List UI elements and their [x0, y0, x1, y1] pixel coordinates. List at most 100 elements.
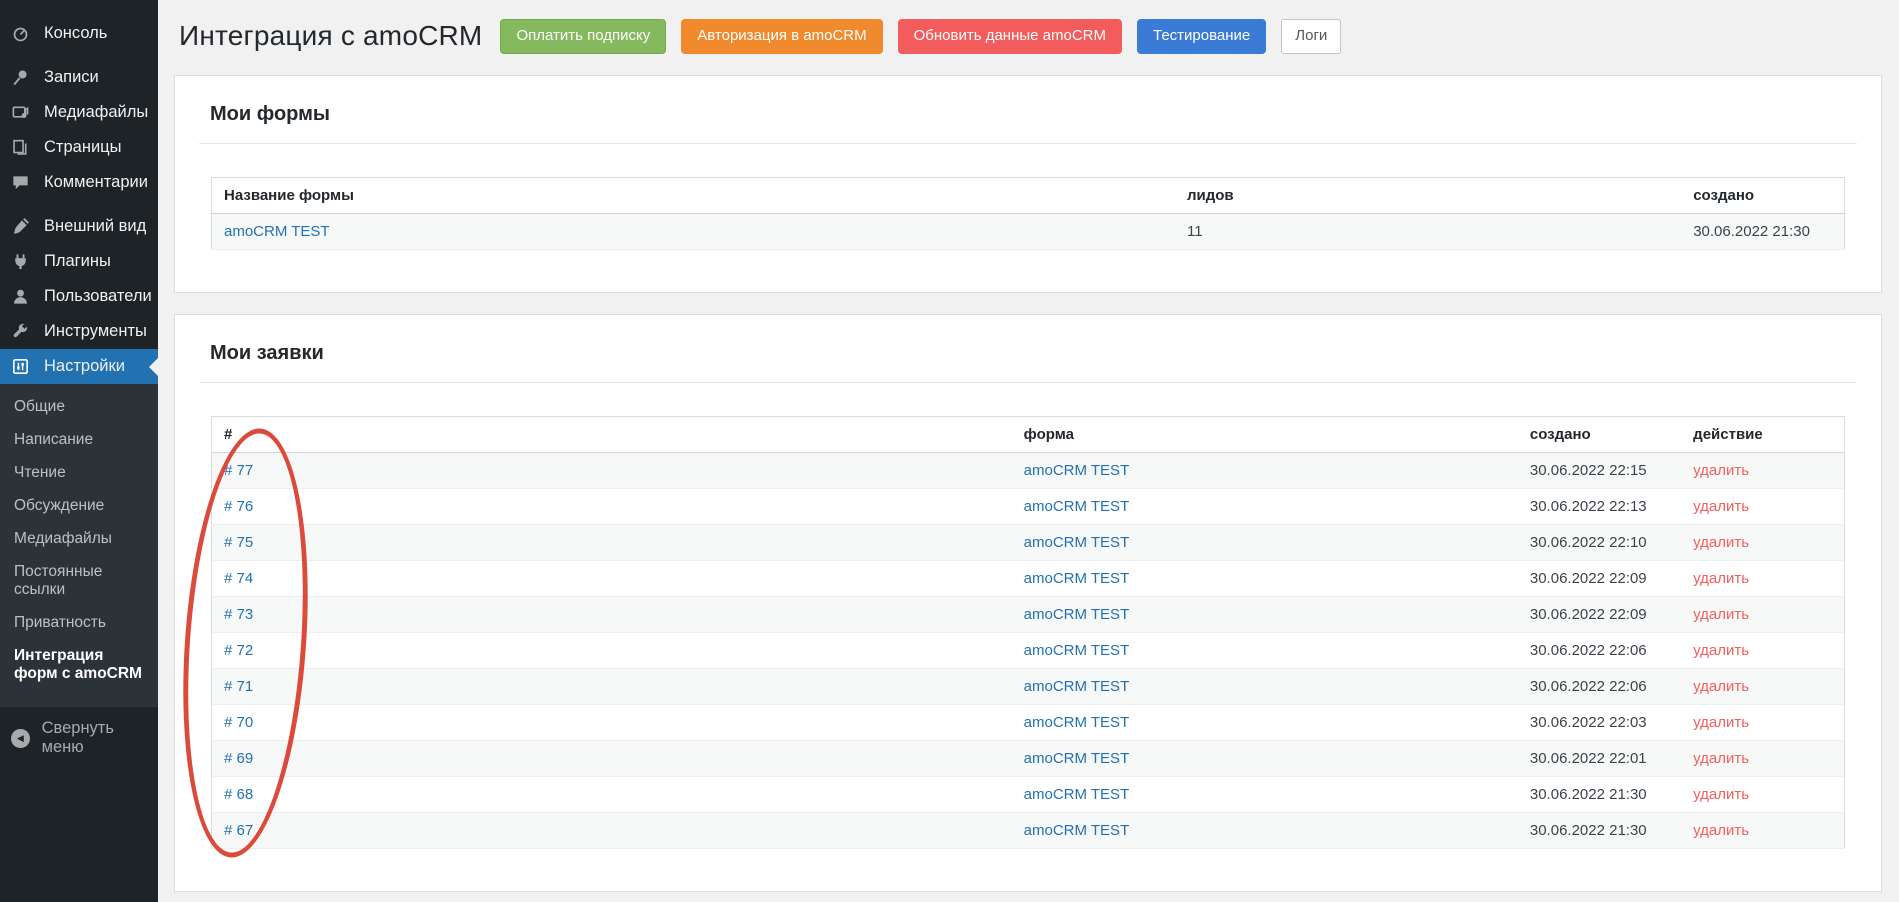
request-number-link[interactable]: # 70	[224, 714, 253, 731]
form-name-link[interactable]: amoCRM TEST	[1024, 822, 1130, 839]
sidebar-item-settings[interactable]: Настройки	[0, 349, 158, 384]
submenu-item-general[interactable]: Общие	[0, 393, 158, 421]
created-date: 30.06.2022 21:30	[1530, 786, 1647, 803]
delete-link[interactable]: удалить	[1693, 822, 1749, 839]
sidebar-item-label: Инструменты	[44, 322, 147, 341]
sidebar-item-tools[interactable]: Инструменты	[0, 314, 158, 349]
pushpin-icon	[11, 68, 35, 88]
sidebar-item-media[interactable]: Медиафайлы	[0, 95, 158, 130]
form-name-link[interactable]: amoCRM TEST	[1024, 498, 1130, 515]
delete-link[interactable]: удалить	[1693, 642, 1749, 659]
divider	[199, 143, 1857, 144]
pay-subscription-button[interactable]: Оплатить подписку	[500, 19, 666, 54]
forms-card-title: Мои формы	[210, 103, 1857, 126]
delete-link[interactable]: удалить	[1693, 462, 1749, 479]
sidebar-item-label: Внешний вид	[44, 217, 146, 236]
form-name-link[interactable]: amoCRM TEST	[1024, 642, 1130, 659]
submenu-item-discussion[interactable]: Обсуждение	[0, 492, 158, 520]
request-number-link[interactable]: # 75	[224, 534, 253, 551]
media-icon	[11, 103, 35, 123]
submenu-item-reading[interactable]: Чтение	[0, 459, 158, 487]
submenu-item-media[interactable]: Медиафайлы	[0, 525, 158, 553]
sidebar-item-plugins[interactable]: Плагины	[0, 244, 158, 279]
delete-link[interactable]: удалить	[1693, 786, 1749, 803]
admin-sidebar: Консоль Записи Медиафайлы Страницы	[0, 0, 158, 902]
created-date: 30.06.2022 21:30	[1693, 223, 1810, 240]
form-name-link[interactable]: amoCRM TEST	[1024, 462, 1130, 479]
testing-button[interactable]: Тестирование	[1137, 19, 1266, 54]
form-name-link[interactable]: amoCRM TEST	[1024, 606, 1130, 623]
request-number-link[interactable]: # 73	[224, 606, 253, 623]
sidebar-item-appearance[interactable]: Внешний вид	[0, 209, 158, 244]
submenu-item-writing[interactable]: Написание	[0, 426, 158, 454]
collapse-arrow-icon: ◀	[11, 729, 30, 748]
delete-link[interactable]: удалить	[1693, 714, 1749, 731]
request-number-link[interactable]: # 71	[224, 678, 253, 695]
sidebar-item-pages[interactable]: Страницы	[0, 130, 158, 165]
form-name-link[interactable]: amoCRM TEST	[1024, 534, 1130, 551]
appearance-icon	[11, 217, 35, 237]
request-number-link[interactable]: # 77	[224, 462, 253, 479]
table-row: # 68 amoCRM TEST 30.06.2022 21:30 удалить	[212, 776, 1845, 812]
sidebar-item-label: Пользователи	[44, 287, 152, 306]
requests-card-title: Мои заявки	[210, 342, 1857, 365]
sidebar-item-posts[interactable]: Записи	[0, 60, 158, 95]
form-name-link[interactable]: amoCRM TEST	[1024, 570, 1130, 587]
delete-link[interactable]: удалить	[1693, 606, 1749, 623]
table-row: # 76amoCRM TEST30.06.2022 22:13удалить	[212, 488, 1845, 524]
table-row: # 71amoCRM TEST30.06.2022 22:06удалить	[212, 668, 1845, 704]
created-date: 30.06.2022 22:03	[1530, 714, 1647, 731]
created-date: 30.06.2022 21:30	[1530, 822, 1647, 839]
sidebar-item-dashboard[interactable]: Консоль	[0, 16, 158, 51]
page-title: Интеграция с amoCRM	[179, 20, 482, 52]
sidebar-item-label: Страницы	[44, 138, 121, 157]
comments-icon	[11, 173, 35, 193]
forms-card: Мои формы Название формы лидов создано a…	[174, 75, 1882, 293]
column-header-leads: лидов	[1175, 177, 1681, 213]
amocrm-auth-button[interactable]: Авторизация в amoCRM	[681, 19, 882, 54]
sidebar-item-label: Плагины	[44, 252, 111, 271]
request-number-link[interactable]: # 67	[224, 822, 253, 839]
submenu-item-permalinks[interactable]: Постоянные ссылки	[0, 558, 158, 604]
tools-icon	[11, 322, 35, 342]
request-number-link[interactable]: # 69	[224, 750, 253, 767]
sidebar-item-label: Записи	[44, 68, 99, 87]
admin-menu: Консоль Записи Медиафайлы Страницы	[0, 0, 158, 384]
form-name-link[interactable]: amoCRM TEST	[224, 223, 330, 240]
table-row: # 69amoCRM TEST30.06.2022 22:01удалить	[212, 740, 1845, 776]
table-row: # 73amoCRM TEST30.06.2022 22:09удалить	[212, 596, 1845, 632]
created-date: 30.06.2022 22:06	[1530, 642, 1647, 659]
request-number-link[interactable]: # 68	[224, 786, 253, 803]
form-name-link[interactable]: amoCRM TEST	[1024, 678, 1130, 695]
wordpress-admin: Консоль Записи Медиафайлы Страницы	[0, 0, 1899, 902]
sidebar-item-users[interactable]: Пользователи	[0, 279, 158, 314]
created-date: 30.06.2022 22:10	[1530, 534, 1647, 551]
table-row: amoCRM TEST 11 30.06.2022 21:30	[212, 213, 1845, 249]
form-name-link[interactable]: amoCRM TEST	[1024, 786, 1130, 803]
request-number-link[interactable]: # 72	[224, 642, 253, 659]
delete-link[interactable]: удалить	[1693, 534, 1749, 551]
delete-link[interactable]: удалить	[1693, 750, 1749, 767]
users-icon	[11, 287, 35, 307]
column-header-form: форма	[1012, 416, 1518, 452]
request-number-link[interactable]: # 76	[224, 498, 253, 515]
sidebar-item-label: Консоль	[44, 24, 107, 43]
submenu-item-privacy[interactable]: Приватность	[0, 609, 158, 637]
delete-link[interactable]: удалить	[1693, 678, 1749, 695]
sidebar-item-comments[interactable]: Комментарии	[0, 165, 158, 200]
delete-link[interactable]: удалить	[1693, 570, 1749, 587]
form-name-link[interactable]: amoCRM TEST	[1024, 750, 1130, 767]
sidebar-item-label: Комментарии	[44, 173, 148, 192]
column-header-action: действие	[1681, 416, 1844, 452]
requests-table: # форма создано действие # 77amoCRM TEST…	[211, 416, 1845, 849]
delete-link[interactable]: удалить	[1693, 498, 1749, 515]
column-header-created: создано	[1681, 177, 1844, 213]
logs-button[interactable]: Логи	[1281, 19, 1341, 54]
request-number-link[interactable]: # 74	[224, 570, 253, 587]
form-name-link[interactable]: amoCRM TEST	[1024, 714, 1130, 731]
submenu-item-amocrm-integration[interactable]: Интеграция форм с amoCRM	[0, 642, 158, 688]
collapse-menu-button[interactable]: ◀ Свернуть меню	[0, 721, 158, 755]
refresh-amocrm-data-button[interactable]: Обновить данные amoCRM	[898, 19, 1122, 54]
created-date: 30.06.2022 22:15	[1530, 462, 1647, 479]
leads-count: 11	[1187, 223, 1203, 240]
